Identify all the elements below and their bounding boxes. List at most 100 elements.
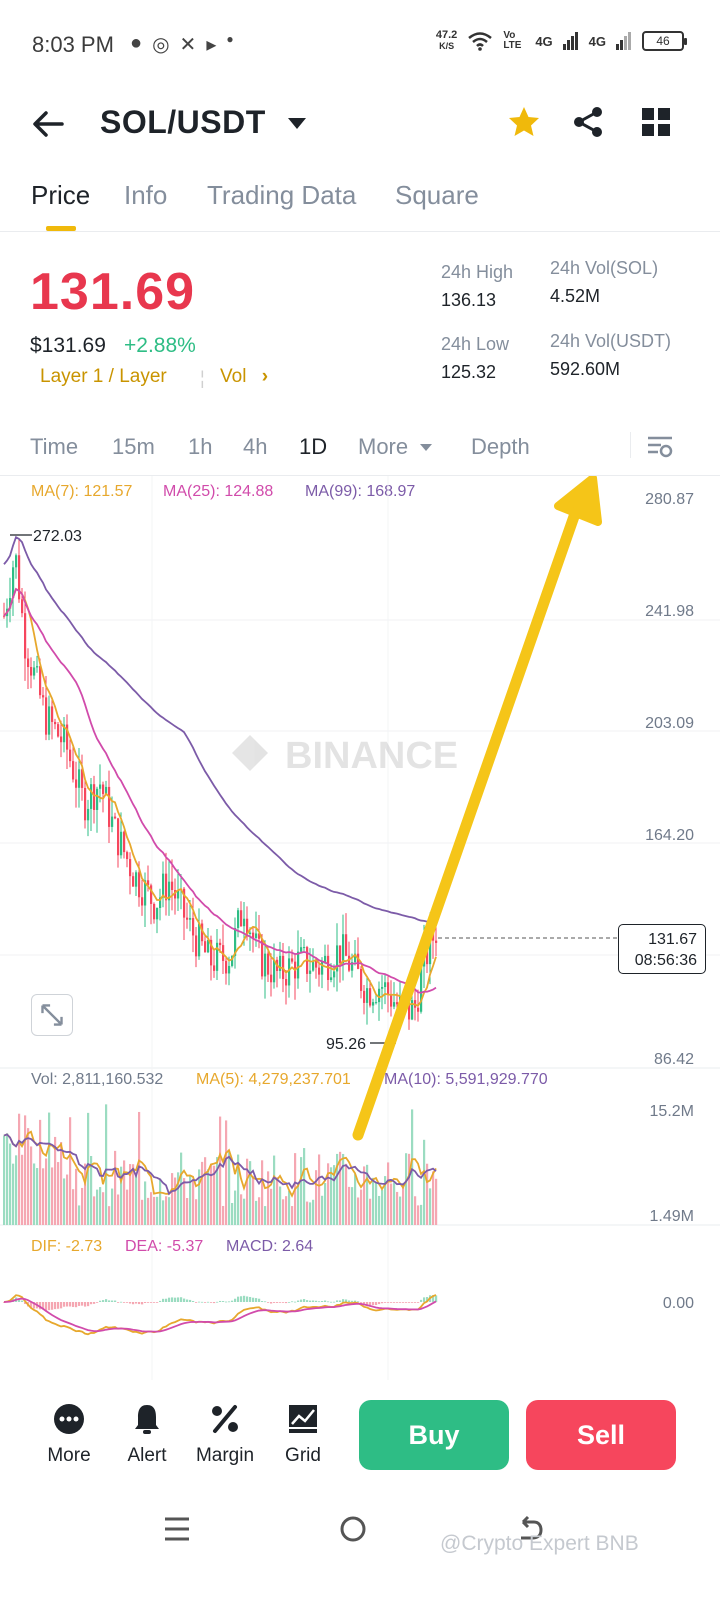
more-icon xyxy=(54,1404,84,1434)
macd-bar xyxy=(96,1302,99,1303)
candle-body xyxy=(60,736,63,743)
volume-bar xyxy=(36,1168,39,1225)
caret-down-icon[interactable] xyxy=(420,444,432,451)
tab-square[interactable]: Square xyxy=(395,180,479,211)
volume-bar xyxy=(15,1155,18,1225)
macd-bar xyxy=(204,1302,207,1303)
candle-body xyxy=(171,881,174,891)
macd-bar xyxy=(234,1298,237,1302)
macd-bar xyxy=(144,1302,147,1303)
macd-bar xyxy=(324,1300,327,1302)
volume-bar xyxy=(396,1191,399,1225)
macd-bar xyxy=(312,1300,315,1302)
favorite-star-icon[interactable] xyxy=(506,104,542,140)
macd-dif-line xyxy=(3,1294,437,1336)
nav-margin[interactable]: Margin xyxy=(185,1402,265,1467)
volume-bar xyxy=(141,1199,144,1225)
back-arrow-icon[interactable] xyxy=(30,106,66,142)
pair-selector[interactable]: SOL/USDT xyxy=(100,104,266,141)
ma25-line xyxy=(3,587,437,994)
macd-bar xyxy=(87,1302,90,1307)
volume-bar xyxy=(243,1198,246,1225)
candle-body xyxy=(75,779,78,788)
wifi-icon xyxy=(468,32,493,51)
battery-icon: 46 xyxy=(642,31,687,51)
volume-bar xyxy=(21,1154,24,1225)
category-tags[interactable]: Layer 1 / Layer xyxy=(40,366,167,388)
fullscreen-expand-icon[interactable] xyxy=(31,994,73,1036)
tab-price[interactable]: Price xyxy=(31,180,90,211)
candle-body xyxy=(255,933,258,939)
candle-body xyxy=(309,970,312,974)
interval-time[interactable]: Time xyxy=(30,434,78,460)
interval-15m[interactable]: 15m xyxy=(112,434,155,460)
candle-body xyxy=(21,599,24,614)
share-icon[interactable] xyxy=(570,104,606,140)
macd-bar xyxy=(273,1302,276,1303)
candle-body xyxy=(279,955,282,971)
macd-bar xyxy=(54,1302,57,1310)
macd-bar xyxy=(261,1301,264,1302)
chart-settings-icon[interactable] xyxy=(646,432,674,460)
nav-alert[interactable]: Alert xyxy=(107,1402,187,1467)
volume-bar xyxy=(156,1196,159,1225)
nav-grid[interactable]: Grid xyxy=(263,1402,343,1467)
candlestick-chart[interactable]: BINANCE 272.03 95.26 280.87 241.98 203.0… xyxy=(0,476,720,1386)
home-icon[interactable] xyxy=(338,1514,368,1544)
caret-down-icon[interactable] xyxy=(288,118,306,129)
macd-bar xyxy=(90,1302,93,1305)
volume-bar xyxy=(369,1198,372,1225)
volume-bar xyxy=(72,1189,75,1225)
macd-bar xyxy=(351,1300,354,1302)
nav-more[interactable]: More xyxy=(29,1402,109,1467)
volume-bar xyxy=(300,1157,303,1225)
grid-menu-icon[interactable] xyxy=(640,106,672,138)
volume-bar xyxy=(390,1183,393,1225)
volume-bar xyxy=(84,1163,87,1225)
volume-bar xyxy=(399,1196,402,1225)
macd-bar xyxy=(231,1300,234,1302)
volume-bar xyxy=(153,1196,156,1225)
candle-body xyxy=(189,918,192,920)
volume-bar xyxy=(357,1197,360,1225)
macd-bar xyxy=(84,1302,87,1307)
high-value: 136.13 xyxy=(441,290,497,310)
volume-bar xyxy=(63,1178,66,1225)
recent-apps-icon[interactable] xyxy=(162,1514,192,1544)
macd-bar xyxy=(171,1297,174,1302)
volume-bar xyxy=(264,1206,267,1225)
svg-text:BINANCE: BINANCE xyxy=(285,735,458,777)
interval-1h[interactable]: 1h xyxy=(188,434,212,460)
candle-body xyxy=(30,666,33,676)
chart-area[interactable]: BINANCE 272.03 95.26 280.87 241.98 203.0… xyxy=(0,476,720,1386)
interval-depth[interactable]: Depth xyxy=(471,434,530,460)
interval-4h[interactable]: 4h xyxy=(243,434,267,460)
macd-bar xyxy=(372,1302,375,1306)
candle-body xyxy=(195,935,198,957)
candle-body xyxy=(84,787,87,821)
candle-body xyxy=(153,903,156,920)
volume-bar xyxy=(435,1178,438,1225)
macd-bar xyxy=(423,1297,426,1302)
dot-icon: ● xyxy=(226,32,234,46)
tab-trading-data[interactable]: Trading Data xyxy=(207,180,356,211)
volume-bar xyxy=(93,1196,96,1225)
volume-bar xyxy=(108,1206,111,1225)
macd-bar xyxy=(141,1302,144,1305)
volume-bar xyxy=(312,1199,315,1225)
volume-bar xyxy=(168,1197,171,1225)
macd-bar xyxy=(318,1301,321,1303)
macd-bar xyxy=(246,1296,249,1302)
interval-1d[interactable]: 1D xyxy=(299,434,327,460)
sell-button[interactable]: Sell xyxy=(526,1400,676,1470)
vol-sol-label: 24h Vol(SOL) xyxy=(550,258,659,278)
macd-bar xyxy=(393,1302,396,1303)
price-axis: 280.87 241.98 203.09 164.20 86.42 15.2M … xyxy=(645,491,694,1312)
buy-button[interactable]: Buy xyxy=(359,1400,509,1470)
vol-link[interactable]: Vol › xyxy=(220,366,268,388)
interval-more[interactable]: More xyxy=(358,434,408,460)
volume-bar xyxy=(258,1197,261,1225)
tab-info[interactable]: Info xyxy=(124,180,167,211)
macd-bar xyxy=(159,1300,162,1302)
volume-bar xyxy=(408,1153,411,1225)
